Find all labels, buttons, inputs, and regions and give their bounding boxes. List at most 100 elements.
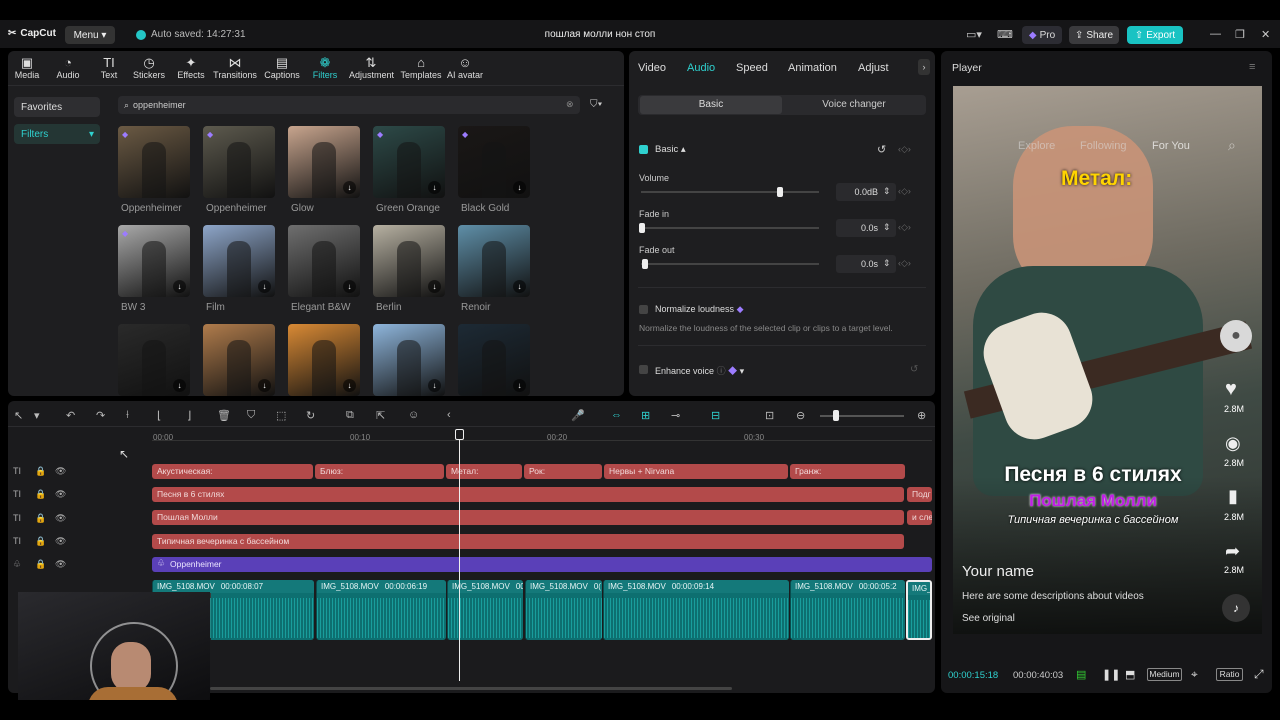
video-clip[interactable]: IMG_5108.MOV 00:00:05:2 <box>790 580 905 640</box>
download-icon[interactable]: ↓ <box>513 181 526 194</box>
volume-slider[interactable] <box>641 191 819 193</box>
download-icon[interactable]: ↓ <box>173 379 186 392</box>
text-clip[interactable]: Блюз: <box>315 464 444 479</box>
video-clip[interactable]: IMG_5108.MOV 00:00:06:19 <box>316 580 446 640</box>
zoom-in-icon[interactable]: ⊕ <box>917 409 926 422</box>
crop-icon[interactable]: ⬒ <box>1125 668 1135 681</box>
split-icon[interactable]: ⟊ <box>126 409 129 422</box>
link-icon[interactable]: ⊞ <box>641 409 650 422</box>
keyframe-icon[interactable]: ‹◇› <box>898 144 911 155</box>
select-tool-icon[interactable]: ↖ <box>14 409 23 422</box>
filter-thumb[interactable]: ↓ <box>203 225 275 297</box>
text-clip[interactable]: и сле <box>907 510 932 525</box>
crop-icon[interactable]: ⬚ <box>276 409 286 422</box>
text-track-icon[interactable]: TI <box>13 466 21 476</box>
fade-out-knob[interactable] <box>642 259 648 269</box>
stepper-icon[interactable]: ⇕ <box>883 222 891 233</box>
mirror-icon[interactable]: ↻ <box>306 409 315 422</box>
eye-icon[interactable]: 👁 <box>55 559 66 570</box>
sidebar-item-favorites[interactable]: Favorites <box>14 97 100 117</box>
download-icon[interactable]: ↓ <box>343 280 356 293</box>
trim-left-icon[interactable]: ⌊ <box>157 409 161 422</box>
basic-section-title[interactable]: Basic ▴ <box>655 144 686 155</box>
magnet-icon[interactable]: ⇔ <box>611 409 622 421</box>
video-clip[interactable]: IMG_5108.MOV 0( <box>525 580 602 640</box>
microphone-icon[interactable]: 🎤 <box>571 409 585 422</box>
caption-icon[interactable]: ⊡ <box>765 409 774 422</box>
tab-stickers[interactable]: ◷ Stickers <box>127 55 171 80</box>
tab-text[interactable]: TI Text <box>87 55 131 80</box>
tab-adjust[interactable]: Adjust <box>858 62 889 74</box>
timeline-scrollbar[interactable] <box>210 687 732 690</box>
tab-animation[interactable]: Animation <box>788 62 837 74</box>
eye-icon[interactable]: 👁 <box>55 513 66 524</box>
avatar-icon[interactable]: ☺ <box>408 409 419 421</box>
freeze-icon[interactable]: ⧉ <box>346 409 354 422</box>
chevron-down-icon[interactable]: ▾ <box>34 409 40 422</box>
subtab-basic[interactable]: Basic <box>640 96 782 114</box>
reset-icon[interactable]: ↺ <box>877 143 886 156</box>
text-track-icon[interactable]: TI <box>13 536 21 546</box>
volume-slider-knob[interactable] <box>776 187 783 197</box>
lock-icon[interactable]: 🔒 <box>35 536 46 547</box>
text-track-icon[interactable]: TI <box>13 489 21 499</box>
trim-right-icon[interactable]: ⌋ <box>187 409 191 422</box>
download-icon[interactable]: ↓ <box>513 280 526 293</box>
project-title[interactable]: пошлая молли нон стоп <box>470 29 730 40</box>
preview-axis-icon[interactable]: ⊸ <box>671 409 680 422</box>
download-icon[interactable]: ↓ <box>428 181 441 194</box>
video-clip[interactable]: IMG_5108.MOV 00:00:09:14 <box>603 580 789 640</box>
text-clip[interactable]: Типичная вечеринка с бассейном <box>152 534 904 549</box>
pause-icon[interactable]: ❚❚ <box>1102 668 1120 681</box>
filter-thumb[interactable]: ↓ <box>288 225 360 297</box>
filter-thumb[interactable]: ↓ <box>288 126 360 198</box>
fade-in-slider[interactable] <box>641 227 819 229</box>
menu-button[interactable]: Menu ▾ <box>65 26 115 44</box>
tab-audio[interactable]: ◔ Audio <box>46 55 90 80</box>
tabs-next-icon[interactable]: › <box>918 59 930 75</box>
minimize-icon[interactable]: — <box>1210 28 1221 40</box>
text-clip[interactable]: Гранж: <box>790 464 905 479</box>
filter-sort-icon[interactable]: ⛉▾ <box>590 99 602 110</box>
video-clip[interactable]: IMG_ <box>906 580 932 640</box>
download-icon[interactable]: ↓ <box>343 379 356 392</box>
sidebar-item-filters[interactable]: Filters ▾ <box>14 124 100 144</box>
text-clip[interactable]: Нервы + Nirvana <box>604 464 788 479</box>
quality-select[interactable]: Medium <box>1147 668 1182 681</box>
text-clip[interactable]: Метал: <box>446 464 522 479</box>
redo-icon[interactable]: ↷ <box>96 409 105 422</box>
close-icon[interactable]: ✕ <box>1261 28 1270 41</box>
menu-icon[interactable]: ≡ <box>1249 61 1255 73</box>
text-track-icon[interactable]: TI <box>13 513 21 523</box>
playhead-handle[interactable] <box>455 429 464 440</box>
eye-icon[interactable]: 👁 <box>55 489 66 500</box>
stepper-icon[interactable]: ⇕ <box>883 186 891 197</box>
download-icon[interactable]: ↓ <box>173 280 186 293</box>
stepper-icon[interactable]: ⇕ <box>883 258 891 269</box>
eye-icon[interactable]: 👁 <box>55 536 66 547</box>
zoom-out-icon[interactable]: ⊖ <box>796 409 805 422</box>
filter-track-icon[interactable]: ♧ <box>13 559 21 570</box>
text-clip[interactable]: Подг <box>907 487 932 502</box>
marker-icon[interactable]: ⛉ <box>247 409 255 422</box>
filter-thumb[interactable]: ◆ ↓ <box>458 126 530 198</box>
filter-thumb[interactable]: ↓ <box>203 324 275 396</box>
download-icon[interactable]: ↓ <box>513 379 526 392</box>
delete-icon[interactable]: 🗑 <box>217 409 231 422</box>
maximize-icon[interactable]: ❐ <box>1235 28 1245 41</box>
filter-thumb[interactable]: ◆ ↓ <box>373 126 445 198</box>
text-clip[interactable]: Пошлая Молли <box>152 510 904 525</box>
download-icon[interactable]: ↓ <box>428 280 441 293</box>
tab-effects[interactable]: ✦ Effects <box>169 55 213 80</box>
layout-icon[interactable]: ▭▾ <box>966 28 982 41</box>
fade-out-slider[interactable] <box>641 263 819 265</box>
shortcuts-icon[interactable]: ⌨ <box>997 28 1013 41</box>
filter-thumb[interactable]: ↓ <box>458 225 530 297</box>
keyframe-icon[interactable]: ‹◇› <box>898 186 911 197</box>
download-icon[interactable]: ↓ <box>258 379 271 392</box>
tab-audio[interactable]: Audio <box>687 62 715 74</box>
tab-captions[interactable]: ▤ Captions <box>260 55 304 80</box>
ratio-button[interactable]: Ratio <box>1216 668 1243 681</box>
filter-thumb[interactable]: ◆ <box>203 126 275 198</box>
filter-clip[interactable]: Oppenheimer <box>152 557 932 572</box>
